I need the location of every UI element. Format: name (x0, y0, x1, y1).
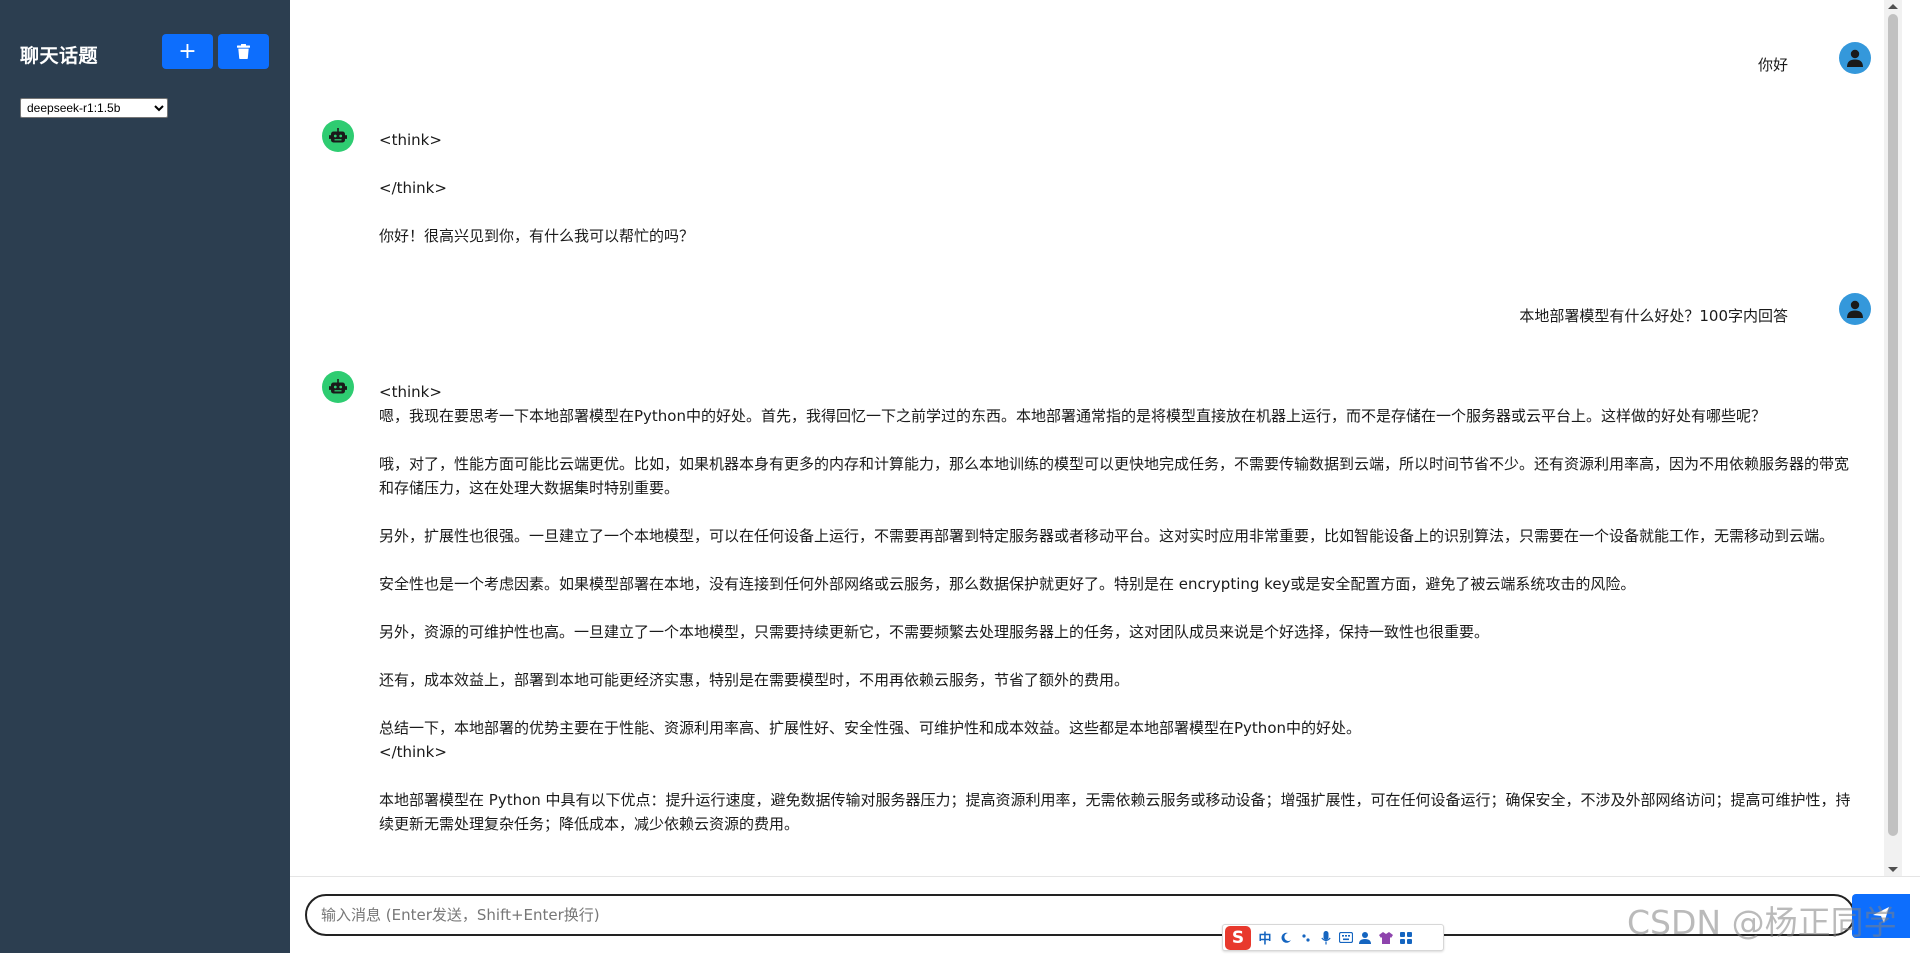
message-line: 安全性也是一个考虑因素。如果模型部署在本地，没有连接到任何外部网络或云服务，那么… (379, 575, 1636, 593)
message-line: </think> (379, 179, 447, 197)
user-message-text: 本地部署模型有什么好处？100字内回答 (1519, 307, 1788, 325)
punctuation-icon[interactable] (1299, 931, 1313, 945)
keyboard-icon[interactable] (1339, 931, 1353, 945)
message-line: 总结一下，本地部署的优势主要在于性能、资源利用率高、扩展性好、安全性强、可维护性… (379, 719, 1362, 737)
ime-mode-chinese[interactable]: 中 (1257, 928, 1273, 947)
sidebar: 聊天话题 + deepseek-r1:1.5b (0, 0, 290, 953)
message-line-blank (379, 500, 1859, 524)
message-line: </think> (379, 743, 447, 761)
bot-avatar (322, 371, 354, 403)
microphone-icon[interactable] (1319, 930, 1333, 945)
message-line-blank (379, 692, 1859, 716)
ime-toolbar[interactable]: S 中 (1222, 924, 1444, 951)
user-avatar (1839, 42, 1871, 74)
scroll-thumb[interactable] (1888, 14, 1898, 836)
sidebar-title: 聊天话题 (20, 45, 99, 67)
message-line-blank (379, 548, 1859, 572)
message-line-blank (379, 644, 1859, 668)
bot-message: <think> 嗯，我现在要思考一下本地部署模型在Python中的好处。首先，我… (379, 380, 1859, 836)
message-line-blank (379, 764, 1859, 788)
user-message-text: 你好 (1757, 56, 1788, 74)
bot-avatar (322, 120, 354, 152)
model-select[interactable]: deepseek-r1:1.5b (20, 98, 168, 118)
apps-grid-icon[interactable] (1399, 931, 1413, 945)
add-icon: + (178, 38, 197, 64)
skin-shirt-icon[interactable] (1379, 931, 1393, 945)
message-line-blank (379, 596, 1859, 620)
message-line: <think> (379, 383, 442, 401)
message-list: 你好 <think> </think> 你好！很高兴见到你，有什么我可以帮忙的吗… (290, 0, 1902, 876)
scroll-down-arrow-icon[interactable] (1888, 867, 1898, 872)
robot-icon (329, 379, 347, 394)
message-scrollbar[interactable] (1884, 0, 1902, 876)
message-line: 本地部署模型在 Python 中具有以下优点：提升运行速度，避免数据传输对服务器… (379, 791, 1851, 833)
user-icon (1847, 300, 1863, 318)
robot-icon (329, 128, 347, 143)
message-line: 你好！很高兴见到你，有什么我可以帮忙的吗？ (379, 227, 695, 245)
trash-icon (237, 44, 250, 59)
message-line-blank (379, 200, 1859, 224)
new-chat-button[interactable]: + (162, 34, 213, 69)
message-line: 哦，对了，性能方面可能比云端更优。比如，如果机器本身有更多的内存和计算能力，那么… (379, 455, 1850, 497)
message-line-blank (379, 152, 1859, 176)
message-line: <think> (379, 131, 442, 149)
user-icon (1847, 49, 1863, 67)
sogou-logo[interactable]: S (1225, 925, 1251, 950)
message-input[interactable] (305, 894, 1855, 936)
chat-main: 你好 <think> </think> 你好！很高兴见到你，有什么我可以帮忙的吗… (290, 0, 1920, 954)
message-line: 另外，扩展性也很强。一旦建立了一个本地模型，可以在任何设备上运行，不需要再部署到… (379, 527, 1835, 545)
moon-icon[interactable] (1279, 931, 1293, 945)
message-line-blank (379, 428, 1859, 452)
message-line: 另外，资源的可维护性也高。一旦建立了一个本地模型，只需要持续更新它，不需要频繁去… (379, 623, 1490, 641)
csdn-watermark: CSDN @杨正同学 (1627, 903, 1897, 942)
message-line: 还有，成本效益上，部署到本地可能更经济实惠，特别是在需要模型时，不用再依赖云服务… (379, 671, 1130, 689)
scroll-up-arrow-icon[interactable] (1888, 4, 1898, 9)
delete-chat-button[interactable] (218, 34, 269, 69)
bot-message: <think> </think> 你好！很高兴见到你，有什么我可以帮忙的吗？ (379, 128, 1859, 248)
user-avatar (1839, 293, 1871, 325)
message-line: 嗯，我现在要思考一下本地部署模型在Python中的好处。首先，我得回忆一下之前学… (379, 407, 1767, 425)
user-account-icon[interactable] (1359, 931, 1373, 945)
